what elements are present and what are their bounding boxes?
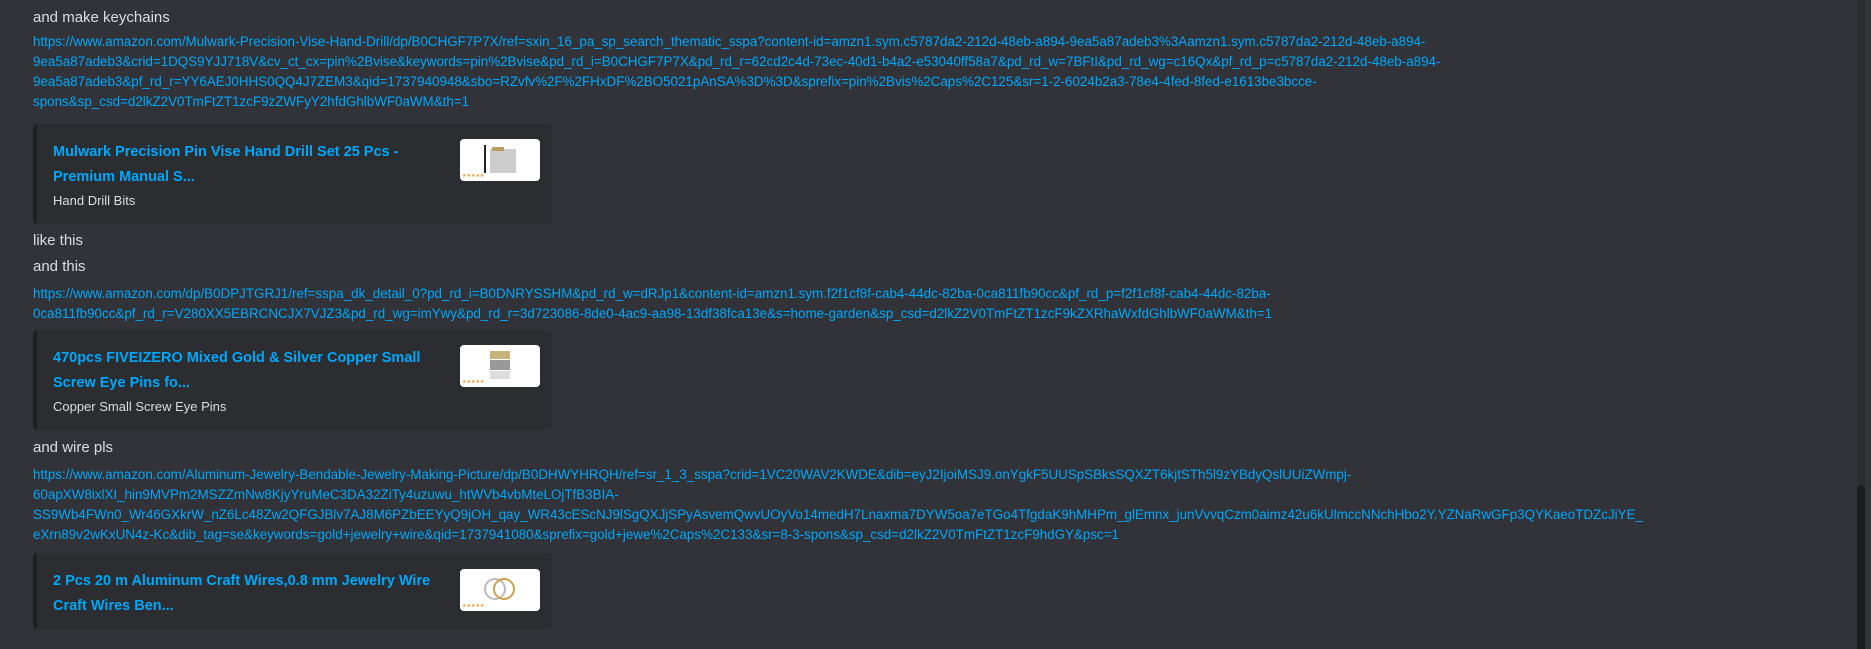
embed-title-line[interactable]: Craft Wires Ben...: [53, 594, 433, 619]
link-line[interactable]: https://www.amazon.com/Aluminum-Jewelry-…: [33, 465, 1643, 485]
amazon-link[interactable]: https://www.amazon.com/dp/B0DPJTGRJ1/ref…: [33, 284, 1272, 324]
scrollbar-thumb[interactable]: [1857, 485, 1865, 649]
drill-set-thumbnail[interactable]: ★★★★★: [460, 139, 540, 181]
link-embed-card: Mulwark Precision Pin Vise Hand Drill Se…: [33, 124, 552, 224]
link-embed-card: 2 Pcs 20 m Aluminum Craft Wires,0.8 mm J…: [33, 553, 552, 629]
message-text: and make keychains: [33, 9, 170, 26]
message-text: and wire pls: [33, 439, 114, 456]
rating-stars-icon: ★★★★★: [462, 603, 485, 609]
link-line[interactable]: eXrn89v2wKxUN4z-Kc&dib_tag=se&keywords=g…: [33, 525, 1643, 545]
message-text: and this: [33, 258, 86, 275]
link-line[interactable]: 9ea5a87adeb3&pf_rd_r=YY6AEJ0HHS0QQ4J7ZEM…: [33, 72, 1440, 92]
link-line[interactable]: https://www.amazon.com/dp/B0DPJTGRJ1/ref…: [33, 284, 1272, 304]
link-line[interactable]: 60apXW8ixlXI_hin9MVPm2MSZZmNw8KjyYruMeC3…: [33, 485, 1643, 505]
embed-title-line[interactable]: Premium Manual S...: [53, 165, 433, 190]
embed-title[interactable]: 470pcs FIVEIZERO Mixed Gold & Silver Cop…: [53, 346, 433, 396]
link-line[interactable]: spons&sp_csd=d2lkZ2V0TmFtZT1zcF9zZWFyY2h…: [33, 92, 1440, 112]
eye-pins-thumbnail[interactable]: ★★★★★: [460, 345, 540, 387]
embed-title-line[interactable]: Mulwark Precision Pin Vise Hand Drill Se…: [53, 140, 433, 165]
link-line[interactable]: 9ea5a87adeb3&crid=1DQS9YJJ718V&cv_ct_cx=…: [33, 52, 1440, 72]
embed-description: Copper Small Screw Eye Pins: [53, 399, 227, 414]
embed-title[interactable]: 2 Pcs 20 m Aluminum Craft Wires,0.8 mm J…: [53, 569, 433, 619]
amazon-link[interactable]: https://www.amazon.com/Mulwark-Precision…: [33, 32, 1440, 112]
embed-title-line[interactable]: 470pcs FIVEIZERO Mixed Gold & Silver Cop…: [53, 346, 433, 371]
link-embed-card: 470pcs FIVEIZERO Mixed Gold & Silver Cop…: [33, 330, 552, 430]
rating-stars-icon: ★★★★★: [462, 173, 485, 179]
rating-stars-icon: ★★★★★: [462, 379, 485, 385]
amazon-link[interactable]: https://www.amazon.com/Aluminum-Jewelry-…: [33, 465, 1643, 545]
link-line[interactable]: https://www.amazon.com/Mulwark-Precision…: [33, 32, 1440, 52]
link-line[interactable]: 0ca811fb90cc&pf_rd_r=V280XX5EBRCNCJX7VJZ…: [33, 304, 1272, 324]
embed-title-line[interactable]: Screw Eye Pins fo...: [53, 371, 433, 396]
message-text: like this: [33, 232, 84, 249]
wire-thumbnail[interactable]: ★★★★★: [460, 569, 540, 611]
embed-title-line[interactable]: 2 Pcs 20 m Aluminum Craft Wires,0.8 mm J…: [53, 569, 433, 594]
embed-title[interactable]: Mulwark Precision Pin Vise Hand Drill Se…: [53, 140, 433, 190]
link-line[interactable]: SS9Wb4FWn0_Wr46GXkrW_nZ6Lc48Zw2QFGJBlv7A…: [33, 505, 1643, 525]
embed-description: Hand Drill Bits: [53, 193, 136, 208]
